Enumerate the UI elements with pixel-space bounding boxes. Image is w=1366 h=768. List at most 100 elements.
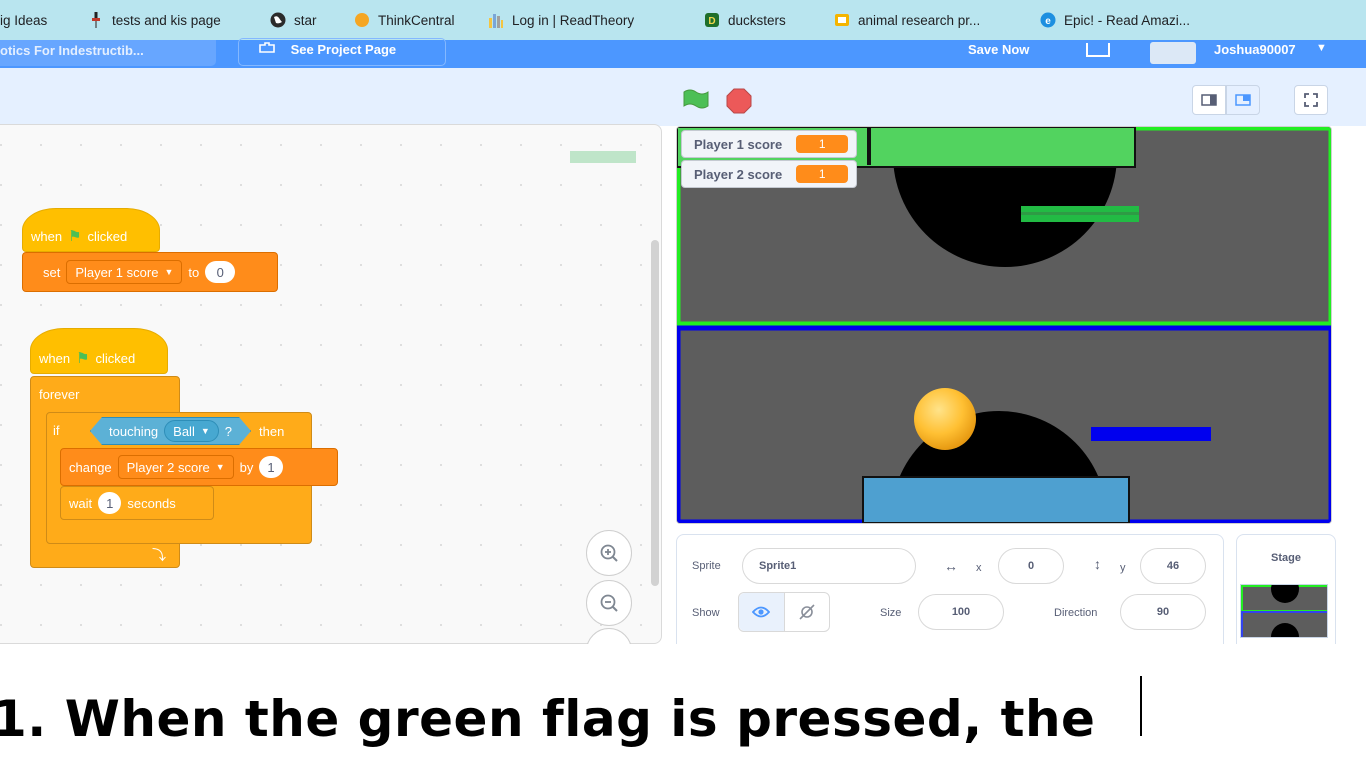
horizontal-arrows-icon: ↔ [944,558,958,574]
variable-dropdown[interactable]: Player 1 score ▼ [66,260,183,284]
monitor-value: 1 [796,165,849,183]
block-text: then [259,423,285,439]
bookmarks-bar: ig Ideas tests and kis page star ThinkCe… [0,0,1366,40]
loop-arrow-icon: ⤵ [152,547,166,563]
bookmark-label: ducksters [728,12,786,28]
variable-dropdown[interactable]: Player 2 score ▼ [117,455,234,479]
fullscreen-button[interactable] [1294,85,1328,115]
save-now-button[interactable]: Save Now [968,42,1029,57]
value-input[interactable]: 1 [98,492,122,514]
block-text: by [239,459,254,475]
ducksters-icon: D [704,12,720,28]
block-text: change [69,459,112,475]
direction-label: Direction [1054,607,1098,619]
touching-condition[interactable]: touching Ball ▼ ? then [84,416,284,446]
svg-text:D: D [708,16,715,27]
eye-icon [752,606,771,618]
show-hidden-button[interactable] [785,593,830,631]
y-input[interactable]: 46 [1140,548,1206,584]
project-title-input[interactable]: otics For Indestructib... [0,40,216,66]
set-variable-block[interactable]: set Player 1 score ▼ to 0 [22,252,278,292]
chevron-down-icon[interactable]: ▼ [1316,42,1327,54]
bookmark-readtheory[interactable]: Log in | ReadTheory [488,9,634,31]
block-text: wait [69,495,93,511]
block-text: seconds [127,495,176,511]
bookmark-label: Log in | ReadTheory [512,12,635,28]
chevron-down-icon: ▼ [164,267,174,277]
y-label: y [1120,562,1126,574]
pin-icon [88,12,104,28]
block-text: when [31,228,63,244]
value-input[interactable]: 1 [259,456,283,478]
x-input[interactable]: 0 [998,548,1064,584]
zoom-in-icon [600,544,618,562]
stop-icon [726,88,752,114]
change-variable-block[interactable]: change Player 2 score ▼ by 1 [60,448,338,486]
eye-slash-icon [799,604,815,620]
bookmark-label: Epic! - Read Amazi... [1064,12,1191,28]
bookmark-label: ThinkCentral [378,12,455,28]
workspace-minimap [570,151,636,163]
instruction-caption: 1. When the green flag is pressed, the [0,690,1096,748]
scratch-menu-bar: otics For Indestructib... See Project Pa… [0,38,1366,68]
player2-score-monitor[interactable]: Player 2 score 1 [681,160,858,188]
touching-block[interactable]: touching Ball ▼ ? [90,417,251,445]
small-stage-button[interactable] [1192,85,1226,115]
dropdown-value: Player 1 score [75,264,159,280]
bookmark-thinkcentral[interactable]: ThinkCentral [354,9,455,31]
block-text: clicked [95,350,136,366]
size-label: Size [880,607,902,619]
username[interactable]: Joshua90007 [1214,42,1296,57]
direction-input[interactable]: 90 [1120,594,1206,630]
value-input[interactable]: 0 [205,261,236,283]
bookmark-epic[interactable]: e Epic! - Read Amazi... [1040,9,1190,31]
player1-score-monitor[interactable]: Player 1 score 1 [681,130,858,158]
bookmark-tests-page[interactable]: tests and kis page [88,9,221,31]
show-visible-button[interactable] [739,593,785,631]
bookmark-label: animal research pr... [858,12,981,28]
stop-button[interactable] [726,88,752,119]
dropdown-value: Player 2 score [126,459,210,475]
zoom-out-button[interactable] [586,580,632,626]
wait-block[interactable]: wait 1 seconds [60,486,214,520]
stage-thumbnail[interactable] [1240,584,1328,638]
zoom-in-button[interactable] [586,530,632,576]
touching-dropdown[interactable]: Ball ▼ [164,420,219,442]
stage-panel-label: Stage [1271,552,1301,564]
workspace-scrollbar[interactable] [651,240,659,586]
monitor-value: 1 [796,135,849,153]
block-text: set [43,264,61,280]
when-flag-clicked-block[interactable]: when ⚑ clicked [30,328,168,374]
sprite-name-input[interactable]: Sprite1 [742,548,916,584]
bookmark-star[interactable]: star [270,9,317,31]
show-label: Show [692,607,720,619]
avatar[interactable] [1150,42,1196,64]
block-text: when [39,350,71,366]
bookmark-animal-research[interactable]: animal research pr... [834,9,980,31]
green-flag-icon: ⚑ [76,349,90,367]
normal-stage-button[interactable] [1226,85,1260,115]
my-stuff-icon[interactable] [1086,43,1110,57]
bookmark-ducksters[interactable]: D ducksters [704,9,786,31]
block-text: to [188,264,200,280]
code-area-header [0,68,670,126]
stage-header [670,68,1366,126]
stage-thumbnail-image [1241,585,1327,637]
x-label: x [976,562,982,574]
see-project-icon [259,39,275,61]
zoom-out-icon [600,594,618,612]
player2-goal-bar [862,476,1130,523]
globe-icon [270,12,286,28]
see-project-page-button[interactable]: See Project Page [238,38,446,66]
ball-sprite [914,388,976,450]
size-input[interactable]: 100 [918,594,1004,630]
when-flag-clicked-block[interactable]: when ⚑ clicked [22,208,160,252]
bookmark-ig-ideas[interactable]: ig Ideas [0,9,47,31]
green-flag-button[interactable] [682,88,710,117]
bookmark-label: ig Ideas [0,12,48,28]
bookmark-label: star [294,12,317,28]
block-text: clicked [87,228,128,244]
screen: ig Ideas tests and kis page star ThinkCe… [0,0,1366,768]
sprite-label: Sprite [692,560,721,572]
block-text: touching [109,423,159,439]
